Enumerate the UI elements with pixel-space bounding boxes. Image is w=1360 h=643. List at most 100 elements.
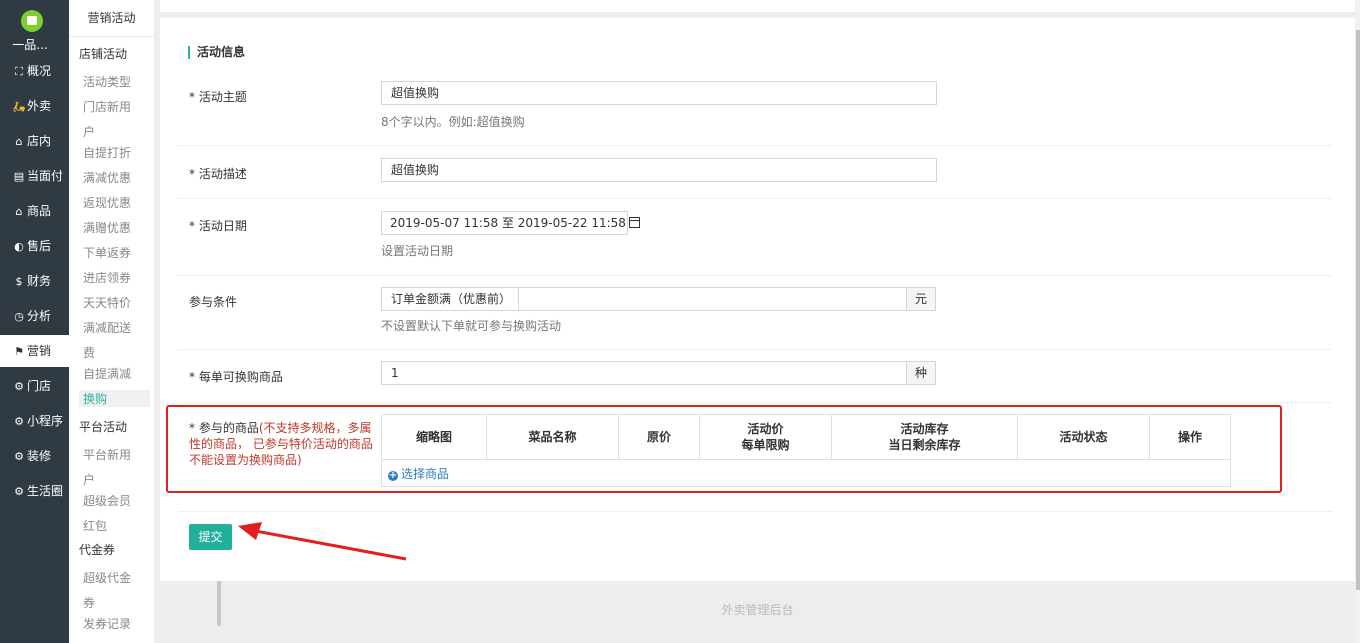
sub-nav-item[interactable]: 自提打折 [83, 144, 131, 161]
limit-input[interactable]: 1 [381, 361, 907, 385]
desc-input[interactable]: 超值换购 [381, 158, 937, 182]
sub-nav-item[interactable]: 超级代金 [83, 569, 131, 586]
select-goods-cell: + 选择商品 [381, 459, 1231, 487]
footer-text: 外卖管理后台 [721, 603, 794, 617]
date-label: * 活动日期 [189, 219, 247, 233]
nav-item-2[interactable]: ⌂ 店内 [0, 125, 69, 157]
plus-circle-icon: + [388, 469, 398, 481]
nav-item-5[interactable]: ◐ 售后 [0, 230, 69, 262]
header-line2: 当日剩余库存 [888, 438, 961, 452]
select-goods-label: 选择商品 [401, 466, 450, 481]
nav-item-3[interactable]: ▤ 当面付 [0, 160, 69, 192]
goods-table-header: 缩略图 菜品名称 原价 活动价 每单限购 活动库存 当日剩余库存 活动状态 操作 [381, 414, 1231, 460]
condition-unit: 元 [906, 287, 936, 311]
sub-nav-item[interactable]: 下单返券 [83, 244, 131, 261]
sub-nav-item[interactable]: 平台新用 [83, 446, 131, 463]
activity-form-card: 活动信息 * 活动主题 超值换购 8个字以内。例如:超值换购 * 活动描述 超值… [160, 18, 1355, 581]
table-header-cell: 活动状态 [1017, 414, 1150, 460]
arrow-head [238, 522, 262, 540]
page-scrollbar-thumb[interactable] [1356, 30, 1360, 590]
divider [178, 349, 1332, 350]
divider [178, 511, 1332, 512]
nav-item-12[interactable]: ⚙ 生活圈 [0, 475, 69, 507]
nav-item-label: 商品 [27, 204, 52, 218]
nav-item-label: 分析 [27, 309, 52, 323]
top-strip [160, 0, 1355, 12]
sub-nav-item[interactable]: 进店领券 [83, 269, 131, 286]
flag-icon: ⚑ [14, 345, 24, 358]
theme-help: 8个字以内。例如:超值换购 [381, 115, 525, 129]
date-range-text: 2019-05-07 11:58 至 2019-05-22 11:58 [390, 216, 626, 230]
divider [178, 198, 1332, 199]
sub-nav-item[interactable]: 满减优惠 [83, 169, 131, 186]
sub-nav-item[interactable]: 券 [83, 594, 95, 611]
nav-item-label: 门店 [27, 379, 52, 393]
header-line2: 每单限购 [741, 438, 790, 452]
divider [178, 402, 1332, 403]
sub-nav-group: 代金券 [79, 543, 116, 557]
gear-icon: ⚙ [14, 450, 24, 463]
select-goods-link[interactable]: + 选择商品 [388, 467, 449, 481]
nav-item-label: 生活圈 [27, 484, 64, 498]
nav-item-label: 小程序 [27, 414, 64, 428]
nav-item-label: 店内 [27, 134, 52, 148]
arrow-shaft [249, 528, 407, 561]
sub-nav-item[interactable]: 返现优惠 [83, 194, 131, 211]
condition-amount-input[interactable] [518, 287, 907, 311]
sub-nav-item[interactable]: 户 [83, 123, 95, 140]
sub-nav-item[interactable]: 活动类型 [83, 73, 131, 90]
nav-item-10[interactable]: ⚙ 小程序 [0, 405, 69, 437]
nav-item-4[interactable]: ⌂ 商品 [0, 195, 69, 227]
header-line1: 原价 [646, 430, 671, 444]
nav-item-0[interactable]: ⛶ 概况 [0, 55, 69, 87]
sub-nav-item[interactable]: 超级会员 [83, 492, 131, 509]
header-line1: 操作 [1177, 430, 1202, 444]
dashboard-icon: ⛶ [15, 65, 23, 78]
gear-icon: ⚙ [14, 380, 24, 393]
nav-item-label: 外卖 [27, 99, 52, 113]
sub-nav-item[interactable]: 发券记录 [83, 615, 131, 632]
sub-nav-item[interactable]: 红包 [83, 517, 107, 534]
goods-table-row: + 选择商品 [381, 459, 1231, 487]
condition-help: 不设置默认下单就可参与换购活动 [381, 319, 562, 333]
nav-item-8[interactable]: ⚑ 营销 [0, 335, 69, 367]
sub-nav-item[interactable]: 自提满减 [83, 365, 131, 382]
sub-nav-item[interactable]: 门店新用 [83, 98, 131, 115]
calendar-icon[interactable] [628, 217, 640, 228]
table-header-cell: 原价 [618, 414, 700, 460]
date-help: 设置活动日期 [381, 244, 454, 258]
submit-button[interactable]: 提交 [189, 524, 232, 550]
nav-item-9[interactable]: ⚙ 门店 [0, 370, 69, 402]
divider [178, 275, 1332, 276]
money-icon: $ [15, 275, 23, 288]
sub-nav-item[interactable]: 满减配送 [83, 319, 131, 336]
sub-nav-item[interactable]: 换购 [79, 390, 150, 407]
nav-item-11[interactable]: ⚙ 装修 [0, 440, 69, 472]
sub-nav-item[interactable]: 户 [83, 471, 95, 488]
goods-label: * 参与的商品(不支持多规格，多属性的商品， 已参与特价活动的商品不能设置为换购… [189, 420, 379, 468]
gear-icon: ⚙ [14, 415, 24, 428]
header-line1: 活动库存 [900, 422, 949, 436]
sub-nav-item[interactable]: 费 [83, 344, 95, 361]
sub-nav-item[interactable]: 天天特价 [83, 294, 131, 311]
nav-item-6[interactable]: $ 财务 [0, 265, 69, 297]
table-header-cell: 活动库存当日剩余库存 [831, 414, 1018, 460]
shop-logo-icon[interactable] [21, 10, 43, 32]
nav-item-label: 售后 [27, 239, 52, 253]
goods-table: 缩略图 菜品名称 原价 活动价 每单限购 活动库存 当日剩余库存 活动状态 操作 + 选择商品 [381, 414, 1231, 487]
main-nav: 一品... ⛶ 概况 🛵外卖 ⌂ 店内 ▤ 当面付 ⌂ 商品 ◐ 售后 $ 财务 ◷ 分析 ⚑ 营销 ⚙ 门店 ⚙ 小程… [0, 0, 69, 643]
bill-icon: ▤ [13, 170, 25, 183]
date-range-input[interactable]: 2019-05-07 11:58 至 2019-05-22 11:58 [381, 211, 640, 235]
table-header-cell: 操作 [1149, 414, 1231, 460]
header-line1: 缩略图 [415, 430, 452, 444]
nav-item-label: 当面付 [27, 169, 64, 183]
nav-item-label: 装修 [27, 449, 52, 463]
red-arrow-annotation [238, 522, 407, 561]
nav-item-7[interactable]: ◷ 分析 [0, 300, 69, 332]
theme-input[interactable]: 超值换购 [381, 81, 937, 105]
limit-unit: 种 [906, 361, 936, 385]
nav-item-1[interactable]: 🛵外卖 [0, 90, 69, 122]
nav-item-label: 概况 [27, 64, 52, 78]
shop-name[interactable]: 一品... [0, 36, 60, 53]
sub-nav-item[interactable]: 满赠优惠 [83, 219, 131, 236]
